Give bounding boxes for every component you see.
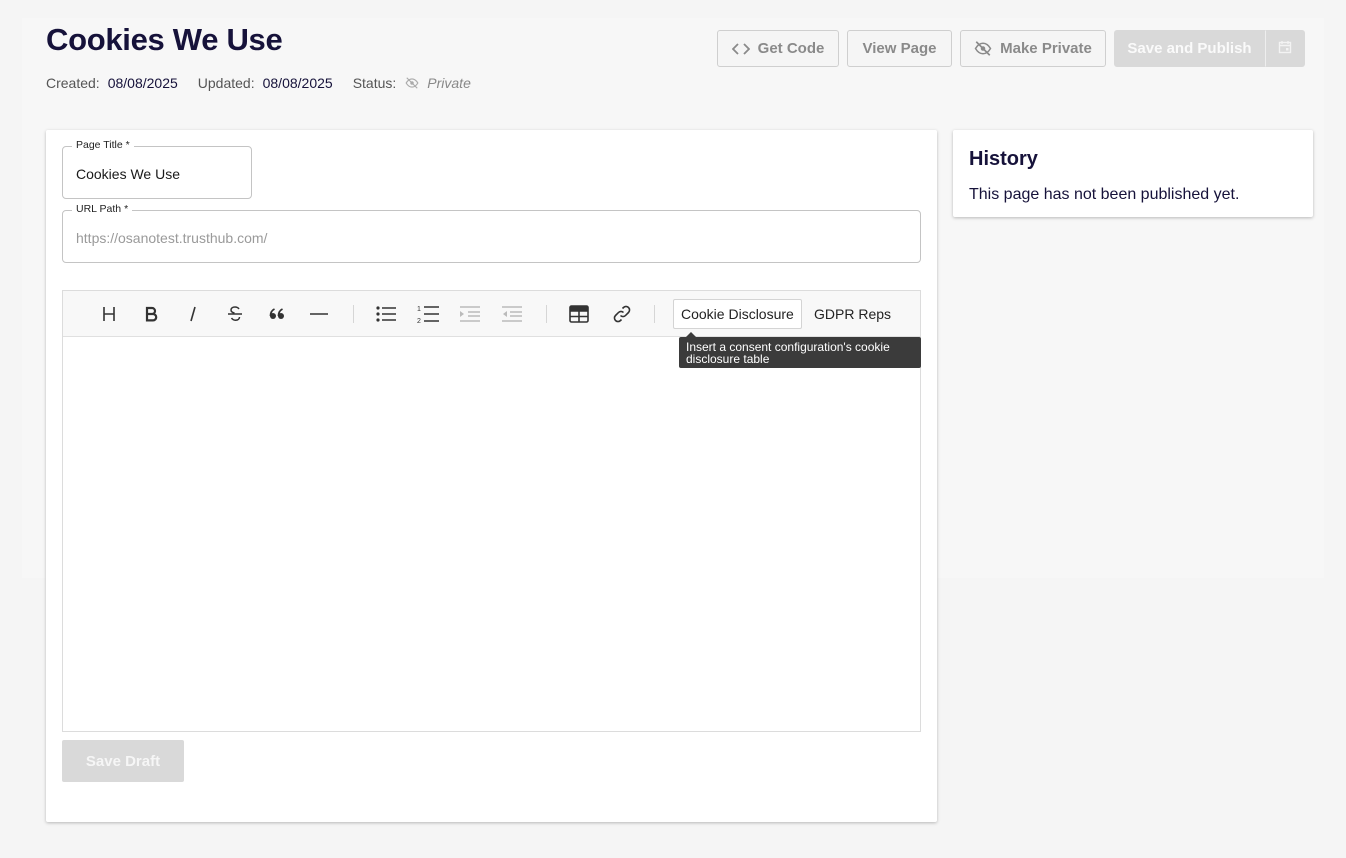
toolbar-separator [546, 305, 547, 323]
make-private-label: Make Private [1000, 40, 1092, 57]
updated-label: Updated: [197, 75, 255, 91]
cookie-disclosure-tooltip: Insert a consent configuration's cookie … [679, 332, 921, 368]
table-icon[interactable] [568, 303, 590, 325]
url-path-input[interactable]: https://osanotest.trusthub.com/ [76, 230, 267, 246]
eye-off-icon [974, 41, 992, 56]
schedule-button[interactable] [1265, 30, 1305, 67]
url-path-field[interactable]: URL Path * https://osanotest.trusthub.co… [62, 203, 921, 263]
strikethrough-icon[interactable] [224, 303, 246, 325]
get-code-button[interactable]: Get Code [717, 30, 839, 67]
history-message: This page has not been published yet. [969, 186, 1240, 203]
heading-icon[interactable] [98, 303, 120, 325]
page-title-field[interactable]: Page Title * Cookies We Use [62, 139, 252, 199]
status-value: Private [427, 75, 471, 91]
save-and-publish-label: Save and Publish [1127, 40, 1252, 57]
editor-toolbar: 12 Cookie Disclosure GDPR Reps [63, 291, 920, 337]
make-private-button[interactable]: Make Private [960, 30, 1106, 67]
toolbar-separator [654, 305, 655, 323]
get-code-label: Get Code [757, 40, 825, 57]
updated-value: 08/08/2025 [262, 75, 333, 91]
page-editor-card: Page Title * Cookies We Use URL Path * h… [46, 130, 937, 822]
calendar-icon [1278, 40, 1292, 58]
svg-text:2: 2 [417, 318, 421, 324]
horizontal-rule-icon[interactable] [308, 303, 330, 325]
page-title: Cookies We Use [46, 22, 283, 57]
ordered-list-icon[interactable]: 12 [417, 303, 439, 325]
page-title-input[interactable]: Cookies We Use [76, 166, 180, 182]
history-card: History This page has not been published… [953, 130, 1313, 217]
save-draft-button[interactable]: Save Draft [62, 740, 184, 782]
page-title-field-label: Page Title * [72, 139, 134, 151]
link-icon[interactable] [611, 303, 633, 325]
gdpr-reps-button[interactable]: GDPR Reps [807, 299, 898, 329]
created-label: Created: [46, 75, 100, 91]
eye-off-icon [405, 77, 419, 89]
created-value: 08/08/2025 [107, 75, 178, 91]
status-label: Status: [352, 75, 397, 91]
italic-icon[interactable] [182, 303, 204, 325]
view-page-button[interactable]: View Page [847, 30, 952, 67]
history-title: History [969, 148, 1038, 170]
code-icon [731, 42, 750, 55]
view-page-label: View Page [862, 40, 937, 57]
blockquote-icon[interactable] [266, 303, 288, 325]
rich-text-editor[interactable]: 12 Cookie Disclosure GDPR Reps Insert a … [62, 290, 921, 732]
toolbar-separator [353, 305, 354, 323]
page-meta: Created: 08/08/2025 Updated: 08/08/2025 … [46, 75, 471, 91]
bold-icon[interactable] [140, 303, 162, 325]
bullet-list-icon[interactable] [375, 303, 397, 325]
cookie-disclosure-button[interactable]: Cookie Disclosure [673, 299, 802, 329]
outdent-icon[interactable] [501, 303, 523, 325]
svg-text:1: 1 [417, 306, 421, 313]
indent-icon[interactable] [459, 303, 481, 325]
url-path-field-label: URL Path * [72, 203, 133, 215]
save-and-publish-button[interactable]: Save and Publish [1114, 30, 1265, 67]
